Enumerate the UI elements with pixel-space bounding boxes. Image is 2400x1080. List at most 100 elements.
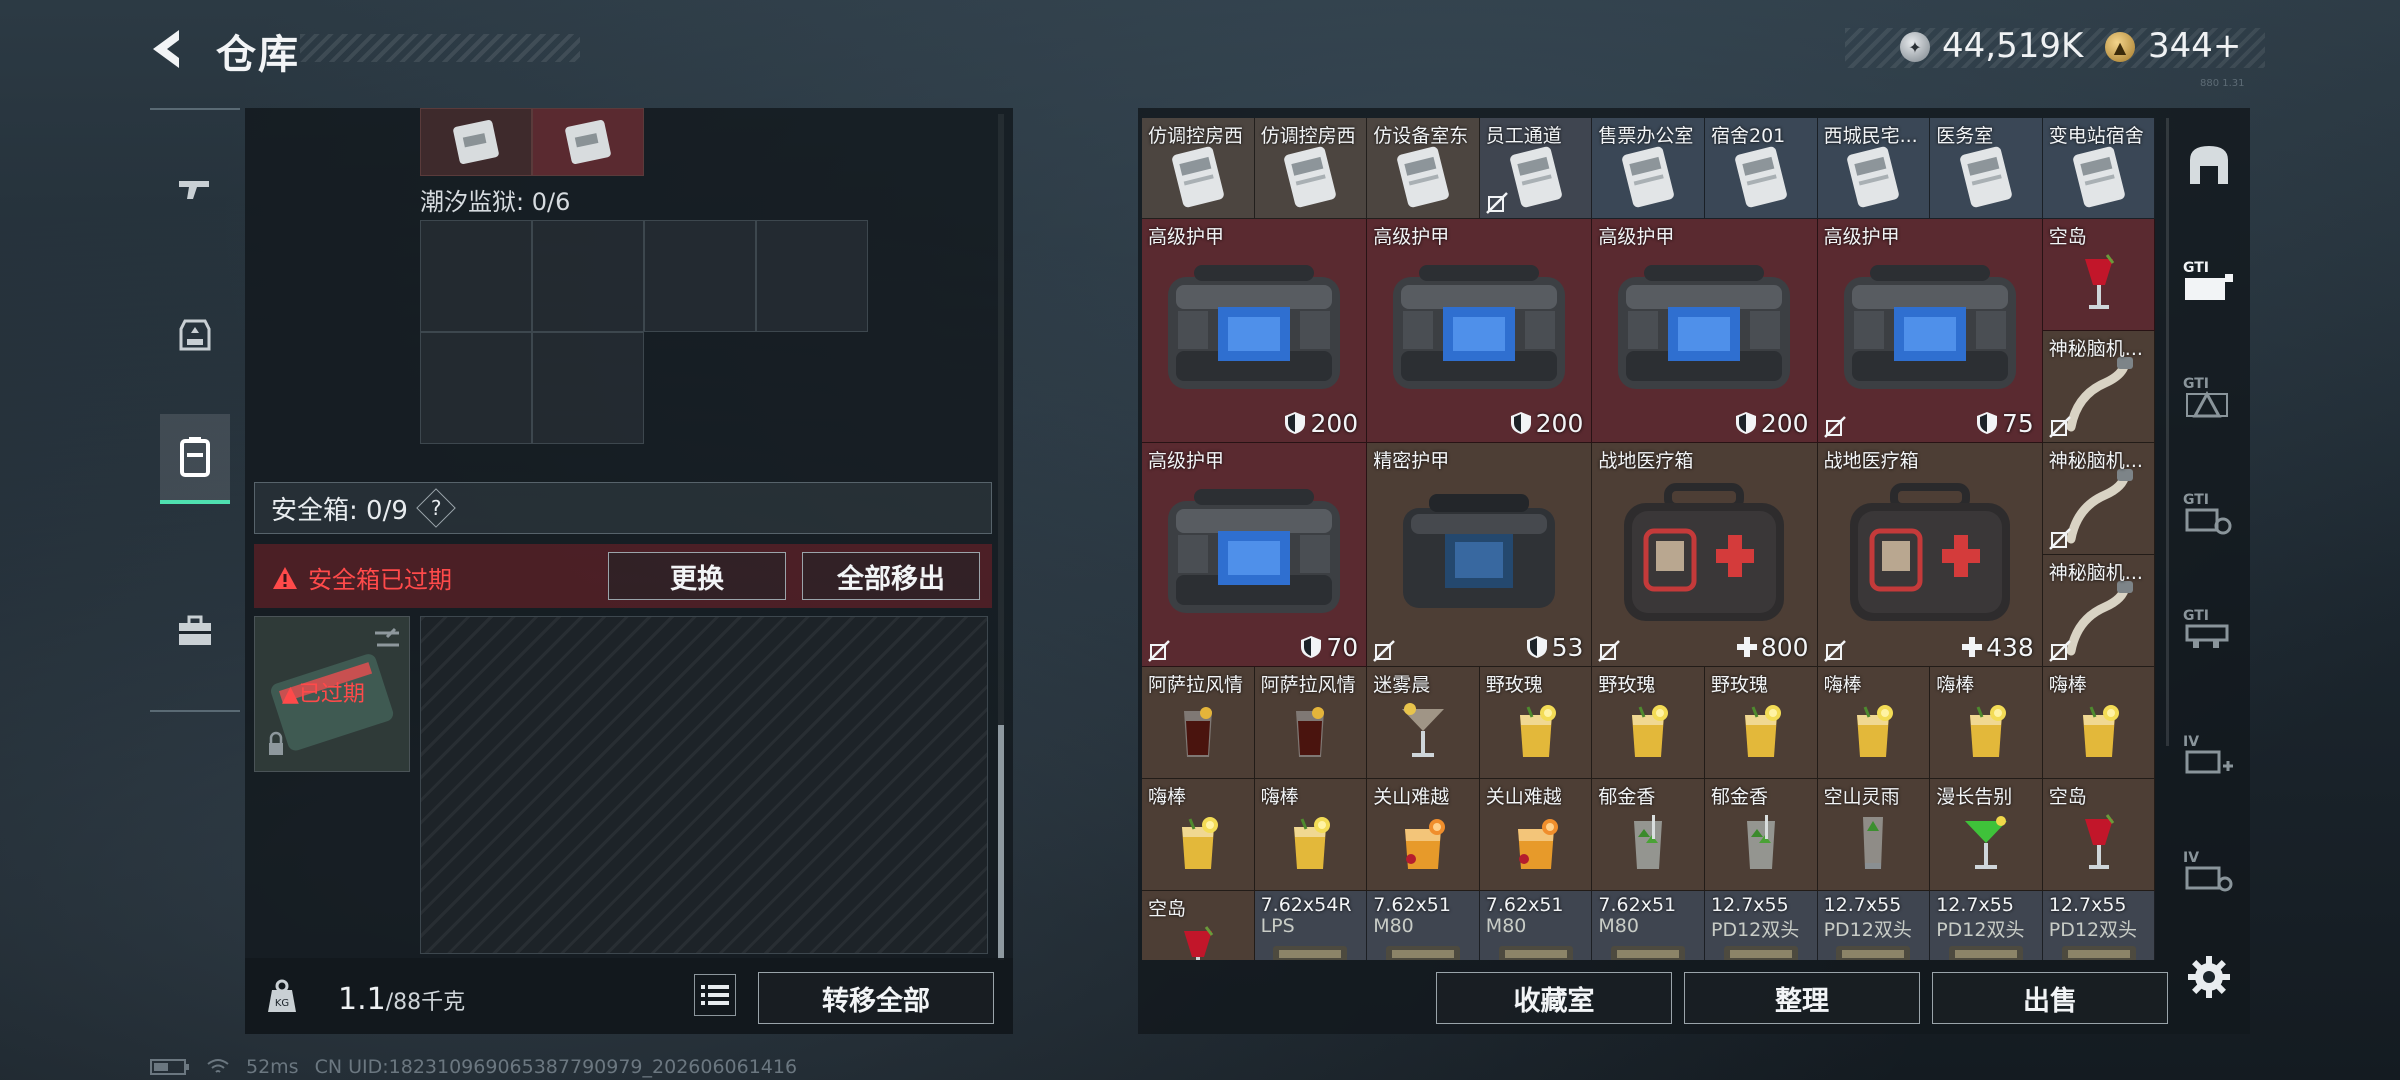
item-name: 12.7x55 xyxy=(2048,893,2127,916)
brain-chip-item[interactable]: 神秘脑机... xyxy=(2042,442,2156,555)
battery-icon xyxy=(150,1059,189,1075)
ammo-item[interactable]: 7.62x51 M80 xyxy=(1592,890,1705,960)
sell-button[interactable]: 出售 xyxy=(1932,972,2168,1024)
iv-add-case-icon: IV xyxy=(2181,730,2237,784)
armor-item[interactable]: 高级护甲 200 xyxy=(1367,218,1593,443)
transfer-all-button[interactable]: 转移全部 xyxy=(758,972,994,1024)
key-slot-empty[interactable] xyxy=(532,332,644,444)
ammo-item[interactable]: 12.7x55 PD12双头 xyxy=(1817,890,1931,960)
brain-chip-item[interactable]: 神秘脑机... xyxy=(2042,330,2156,443)
drink-item[interactable]: 关山难越 xyxy=(1479,778,1593,891)
list-icon xyxy=(701,985,729,1005)
drink-item[interactable]: 嗨棒 xyxy=(1930,666,2043,779)
nav-armor[interactable] xyxy=(160,290,230,380)
side-tab-GTI-2[interactable]: GTI xyxy=(2174,364,2244,434)
stash-grid[interactable]: 仿调控房西 仿调控房西 仿设备室东 员工通道 售票办公室 宿舍201 西城民宅... 医务室变… xyxy=(1142,118,2158,960)
key-item[interactable]: 员工通道 xyxy=(1479,118,1593,219)
drink-item[interactable]: 空山灵雨 xyxy=(1817,778,1931,891)
key-item[interactable] xyxy=(532,108,644,176)
drink-item[interactable]: 空岛 xyxy=(2042,778,2156,891)
ammo-item[interactable]: 7.62x51 M80 xyxy=(1367,890,1480,960)
back-arrow-icon[interactable] xyxy=(145,26,191,72)
drink-item[interactable]: 郁金香 xyxy=(1705,778,1818,891)
drink-item[interactable]: 迷雾晨 xyxy=(1367,666,1480,779)
drink-item[interactable]: 阿萨拉风情 xyxy=(1142,666,1255,779)
wifi-icon xyxy=(207,1059,229,1073)
armor-item[interactable]: 高级护甲 70 xyxy=(1142,442,1368,667)
key-item[interactable]: 西城民宅... xyxy=(1817,118,1931,219)
ammo-item[interactable]: 12.7x55 PD12双头 xyxy=(1705,890,1818,960)
item-name: 变电站宿舍 xyxy=(2048,125,2144,147)
drink-item[interactable]: 嗨棒 xyxy=(1254,778,1368,891)
key-item[interactable]: 宿舍201 xyxy=(1705,118,1818,219)
drink-item[interactable]: 野玫瑰 xyxy=(1479,666,1593,779)
drink-item[interactable]: 嗨棒 xyxy=(2042,666,2156,779)
side-tab-GTI-3[interactable]: GTI xyxy=(2174,480,2244,550)
safebox-grid[interactable] xyxy=(420,616,988,954)
item-value-text: 438 xyxy=(1986,632,2034,662)
drink-item[interactable]: 野玫瑰 xyxy=(1592,666,1705,779)
side-tab-IV-1[interactable]: IV xyxy=(2174,722,2244,792)
brain-chip-item[interactable]: 神秘脑机... xyxy=(2042,554,2156,667)
armor-item[interactable]: 精密护甲 53 xyxy=(1367,442,1593,667)
drink-item[interactable]: 野玫瑰 xyxy=(1705,666,1818,779)
medkit-item[interactable]: 战地医疗箱 800 xyxy=(1592,442,1818,667)
svg-text:GTI: GTI xyxy=(2183,608,2209,624)
sort-button[interactable]: 整理 xyxy=(1684,972,1920,1024)
nav-toolbox[interactable] xyxy=(160,586,230,676)
gold-currency[interactable]: 344+ xyxy=(2148,26,2241,66)
ammo-item[interactable]: 12.7x55 PD12双头 xyxy=(2042,890,2156,960)
silver-currency[interactable]: 44,519K xyxy=(1942,26,2083,66)
side-tab-IV-2[interactable]: IV xyxy=(2174,838,2244,908)
drink-item[interactable]: 嗨棒 xyxy=(1142,778,1255,891)
ammo-item[interactable]: 7.62x54R LPS xyxy=(1254,890,1368,960)
list-view-button[interactable] xyxy=(694,974,736,1016)
armor-icon xyxy=(1818,249,2042,412)
side-tab-GTI-4[interactable]: GTI xyxy=(2174,596,2244,666)
safe-room-icon xyxy=(2184,140,2234,194)
drink-item[interactable]: 嗨棒 xyxy=(1817,666,1931,779)
armor-item[interactable]: 高级护甲 200 xyxy=(1592,218,1818,443)
medkit-item[interactable]: 战地医疗箱 438 xyxy=(1817,442,2043,667)
nav-backpack[interactable] xyxy=(160,414,230,504)
key-item[interactable]: 医务室 xyxy=(1930,118,2043,219)
drink-item[interactable]: 关山难越 xyxy=(1367,778,1480,891)
key-slot-empty[interactable] xyxy=(420,220,532,332)
key-slot-empty[interactable] xyxy=(532,220,644,332)
remove-all-button[interactable]: 全部移出 xyxy=(802,552,980,600)
drink-item[interactable]: 阿萨拉风情 xyxy=(1254,666,1368,779)
iv-search-case-icon: IV xyxy=(2181,846,2237,900)
backpack-scroll-thumb[interactable] xyxy=(998,725,1004,960)
side-tab-safe-room[interactable] xyxy=(2174,132,2244,202)
armor-item[interactable]: 高级护甲 200 xyxy=(1142,218,1368,443)
key-slot-empty[interactable] xyxy=(756,220,868,332)
item-name: 嗨棒 xyxy=(1936,673,1975,696)
item-value-text: 53 xyxy=(1551,632,1584,662)
armor-icon xyxy=(1367,249,1591,412)
key-item[interactable] xyxy=(420,108,532,176)
ammo-item[interactable]: 7.62x51 M80 xyxy=(1479,890,1593,960)
key-item[interactable]: 仿调控房西 xyxy=(1254,118,1368,219)
drink-item[interactable]: 郁金香 xyxy=(1592,778,1705,891)
key-item[interactable]: 变电站宿舍 xyxy=(2042,118,2156,219)
key-slot-empty[interactable] xyxy=(420,332,532,444)
lemon-icon xyxy=(1480,689,1592,774)
key-item[interactable]: 仿调控房西 xyxy=(1142,118,1255,219)
side-tab-GTI-1[interactable]: GTI xyxy=(2174,248,2244,318)
armor-item[interactable]: 高级护甲 75 xyxy=(1817,218,2043,443)
mojito-icon xyxy=(1705,801,1817,886)
drink-item[interactable]: 空岛 xyxy=(2042,218,2156,331)
drink-item[interactable]: 漫长告别 xyxy=(1930,778,2043,891)
drink-item[interactable]: 空岛 xyxy=(1142,890,1255,960)
page-title: 仓库 xyxy=(216,32,300,78)
help-icon[interactable]: ? xyxy=(416,488,456,528)
ammo-item[interactable]: 12.7x55 PD12双头 xyxy=(1930,890,2043,960)
item-name: 关山难越 xyxy=(1373,785,1450,808)
collection-room-button[interactable]: 收藏室 xyxy=(1436,972,1672,1024)
key-item[interactable]: 售票办公室 xyxy=(1592,118,1705,219)
nav-weapons[interactable] xyxy=(160,144,230,234)
replace-button[interactable]: 更换 xyxy=(608,552,786,600)
gear-icon[interactable] xyxy=(2186,954,2232,1000)
key-slot-empty[interactable] xyxy=(644,220,756,332)
key-item[interactable]: 仿设备室东 xyxy=(1367,118,1480,219)
